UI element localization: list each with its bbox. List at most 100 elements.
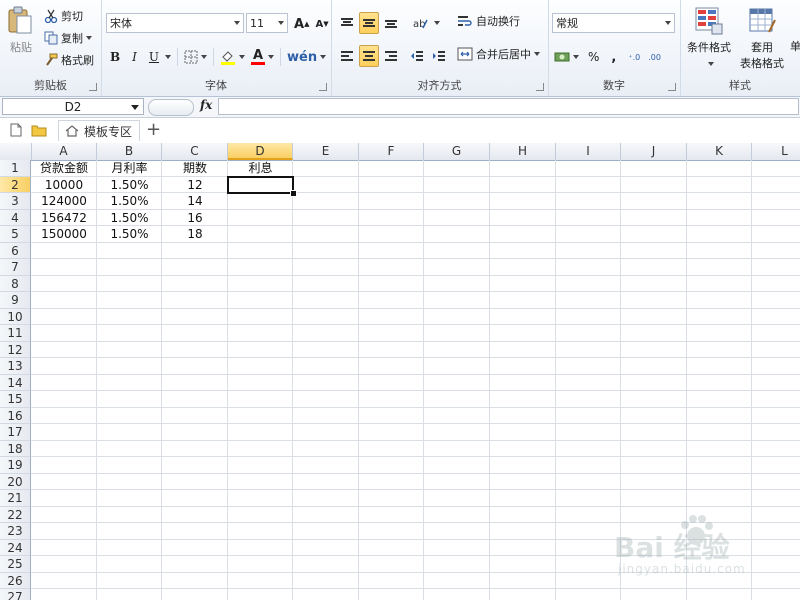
column-header-i[interactable]: I (556, 143, 621, 160)
row-header-10[interactable]: 10 (0, 308, 31, 325)
column-header-l[interactable]: L (752, 143, 800, 160)
column-header-c[interactable]: C (162, 143, 228, 160)
chevron-down-icon[interactable] (201, 55, 208, 59)
row-header-24[interactable]: 24 (0, 539, 31, 556)
row-header-3[interactable]: 3 (0, 193, 31, 210)
cell-b4[interactable]: 1.50% (97, 210, 162, 226)
conditional-format-button[interactable]: 条件格式 (684, 6, 734, 68)
row-header-5[interactable]: 5 (0, 226, 31, 243)
alignment-launcher-icon[interactable] (536, 83, 544, 91)
bold-button[interactable]: B (107, 46, 123, 68)
font-size-select[interactable]: 11 (246, 13, 288, 33)
name-box[interactable]: D2 (2, 98, 144, 115)
cut-button[interactable]: 剪切 (44, 8, 83, 24)
cell-c3[interactable]: 14 (162, 193, 228, 209)
cell-c4[interactable]: 16 (162, 210, 228, 226)
open-folder-icon[interactable] (31, 123, 47, 137)
active-cell-cursor[interactable] (227, 175, 294, 194)
column-header-e[interactable]: E (293, 143, 359, 160)
font-color-icon[interactable]: A (251, 49, 266, 65)
font-name-select[interactable]: 宋体 (106, 13, 244, 33)
format-painter-button[interactable]: 格式刷 (44, 52, 94, 68)
border-icon[interactable] (184, 50, 198, 64)
row-header-21[interactable]: 21 (0, 490, 31, 507)
column-header-j[interactable]: J (621, 143, 687, 160)
align-top-icon[interactable] (337, 12, 357, 34)
chevron-down-icon[interactable] (534, 52, 540, 56)
cell-styles-button[interactable]: 单 (790, 38, 800, 54)
insert-function-icon[interactable]: fx (200, 98, 212, 112)
grow-font-icon[interactable]: A ▲ (291, 13, 312, 35)
row-header-14[interactable]: 14 (0, 374, 31, 391)
wrap-text-button[interactable]: 自动换行 (457, 13, 520, 29)
chevron-down-icon[interactable] (165, 55, 172, 59)
increase-decimal-button[interactable]: ⁺.0 (625, 46, 643, 68)
row-header-20[interactable]: 20 (0, 473, 31, 490)
select-all-corner[interactable] (0, 143, 32, 160)
comma-button[interactable]: , (608, 46, 619, 68)
shrink-font-icon[interactable]: A ▼ (312, 13, 331, 35)
row-header-26[interactable]: 26 (0, 572, 31, 589)
increase-indent-icon[interactable] (429, 45, 449, 67)
number-format-select[interactable]: 常规 (552, 13, 675, 33)
chevron-down-icon[interactable] (131, 105, 139, 110)
cell-b3[interactable]: 1.50% (97, 193, 162, 209)
row-header-9[interactable]: 9 (0, 292, 31, 309)
copy-button[interactable]: 复制 (44, 30, 92, 46)
row-header-16[interactable]: 16 (0, 407, 31, 424)
column-header-h[interactable]: H (490, 143, 556, 160)
column-header-f[interactable]: F (359, 143, 424, 160)
row-header-6[interactable]: 6 (0, 242, 31, 259)
number-launcher-icon[interactable] (668, 83, 676, 91)
cell-d1[interactable]: 利息 (228, 160, 293, 176)
row-header-18[interactable]: 18 (0, 440, 31, 457)
row-header-15[interactable]: 15 (0, 391, 31, 408)
row-header-17[interactable]: 17 (0, 424, 31, 441)
cell-a5[interactable]: 150000 (31, 226, 97, 242)
row-header-23[interactable]: 23 (0, 523, 31, 540)
chevron-down-icon[interactable] (573, 55, 579, 59)
formula-input[interactable] (218, 98, 799, 115)
currency-icon[interactable] (554, 50, 570, 64)
column-header-d[interactable]: D (228, 143, 293, 160)
row-header-27[interactable]: 27 (0, 589, 31, 600)
fill-handle[interactable] (290, 190, 297, 197)
percent-button[interactable]: % (585, 46, 602, 68)
cell-c5[interactable]: 18 (162, 226, 228, 242)
cell-a2[interactable]: 10000 (31, 177, 97, 193)
row-header-11[interactable]: 11 (0, 325, 31, 342)
row-header-22[interactable]: 22 (0, 506, 31, 523)
chevron-down-icon[interactable] (707, 62, 714, 66)
column-header-k[interactable]: K (687, 143, 752, 160)
row-header-7[interactable]: 7 (0, 259, 31, 276)
decrease-decimal-button[interactable]: .00 (645, 46, 664, 68)
merge-center-button[interactable]: 合并后居中 (457, 46, 540, 62)
chevron-down-icon[interactable] (434, 21, 440, 25)
font-launcher-icon[interactable] (319, 83, 327, 91)
row-header-4[interactable]: 4 (0, 209, 31, 226)
add-tab-button[interactable]: + (146, 121, 161, 139)
column-header-a[interactable]: A (31, 143, 97, 160)
italic-button[interactable]: I (129, 46, 140, 68)
chevron-down-icon[interactable] (86, 36, 92, 40)
fill-color-icon[interactable] (220, 49, 236, 65)
chevron-down-icon[interactable] (268, 55, 275, 59)
formula-toggle[interactable] (148, 99, 194, 116)
align-bottom-icon[interactable] (381, 12, 401, 34)
align-middle-icon[interactable] (359, 12, 379, 34)
cell-c1[interactable]: 期数 (162, 160, 228, 176)
cell-a4[interactable]: 156472 (31, 210, 97, 226)
column-header-g[interactable]: G (424, 143, 490, 160)
orientation-icon[interactable]: ab (409, 12, 431, 34)
align-left-icon[interactable] (337, 45, 357, 67)
row-header-25[interactable]: 25 (0, 556, 31, 573)
clipboard-launcher-icon[interactable] (89, 83, 97, 91)
cell-b2[interactable]: 1.50% (97, 177, 162, 193)
row-header-2[interactable]: 2 (0, 176, 31, 193)
align-center-icon[interactable] (359, 45, 379, 67)
underline-button[interactable]: U (146, 46, 162, 68)
cell-c2[interactable]: 12 (162, 177, 228, 193)
format-as-table-button[interactable]: 套用 表格格式 (736, 6, 788, 70)
row-header-19[interactable]: 19 (0, 457, 31, 474)
paste-button[interactable]: 粘贴 (6, 6, 36, 56)
